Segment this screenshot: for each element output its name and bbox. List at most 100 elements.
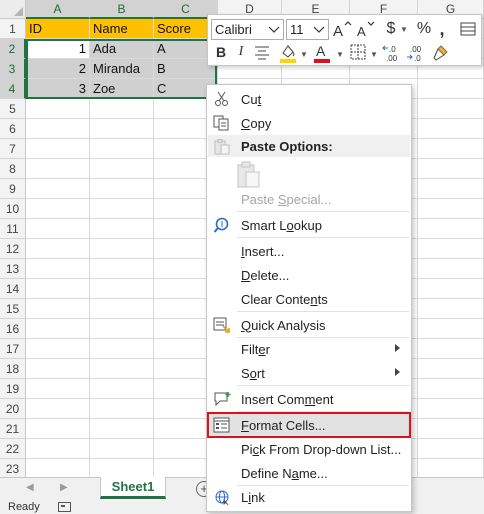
bold-icon[interactable]: B [214, 43, 228, 61]
cell[interactable] [26, 259, 90, 279]
cell[interactable] [418, 439, 484, 459]
row-header[interactable]: 15 [0, 299, 26, 319]
row-header[interactable]: 5 [0, 99, 26, 119]
cell-a4[interactable]: 3 [26, 79, 90, 99]
increase-font-size-icon[interactable]: A [332, 20, 352, 40]
cell[interactable] [26, 339, 90, 359]
cell[interactable] [418, 239, 484, 259]
format-painter-icon[interactable] [430, 43, 450, 63]
italic-icon[interactable]: I [234, 43, 248, 61]
cell[interactable] [26, 99, 90, 119]
cell-a1[interactable]: ID [26, 19, 90, 39]
menu-item-paste-special[interactable]: Paste Special... [208, 187, 410, 211]
cell[interactable] [418, 259, 484, 279]
cell[interactable] [418, 339, 484, 359]
row-header[interactable]: 9 [0, 179, 26, 199]
cell[interactable] [90, 439, 154, 459]
cell[interactable] [418, 139, 484, 159]
cell[interactable] [90, 259, 154, 279]
cell[interactable] [26, 459, 90, 479]
menu-item-pick-from-list[interactable]: Pick From Drop-down List... [208, 437, 410, 461]
menu-item-copy[interactable]: Copy [208, 111, 410, 135]
menu-item-insert[interactable]: Insert... [208, 239, 410, 263]
row-header[interactable]: 7 [0, 139, 26, 159]
cell[interactable] [26, 299, 90, 319]
cell[interactable] [418, 79, 484, 99]
column-header-a[interactable]: A [26, 0, 90, 19]
menu-item-link[interactable]: Link [208, 485, 410, 509]
menu-item-cut[interactable]: Cut [208, 87, 410, 111]
cell[interactable] [418, 399, 484, 419]
cell[interactable] [418, 199, 484, 219]
chevron-down-icon[interactable]: ▼ [400, 25, 408, 34]
cell[interactable] [26, 179, 90, 199]
cell[interactable] [26, 399, 90, 419]
cell-a3[interactable]: 2 [26, 59, 90, 79]
center-align-icon[interactable] [252, 42, 272, 62]
row-header[interactable]: 18 [0, 359, 26, 379]
cell[interactable] [26, 159, 90, 179]
scroll-left-icon[interactable]: ◀ [26, 482, 34, 493]
cell[interactable] [26, 199, 90, 219]
select-all-corner[interactable] [0, 0, 26, 19]
increase-decimal-icon[interactable]: .0.00 [382, 43, 404, 63]
decrease-font-size-icon[interactable]: A [356, 20, 376, 40]
row-header[interactable]: 6 [0, 119, 26, 139]
cell[interactable] [90, 99, 154, 119]
cell[interactable] [90, 159, 154, 179]
cell[interactable] [418, 179, 484, 199]
cell[interactable] [90, 219, 154, 239]
row-header[interactable]: 12 [0, 239, 26, 259]
cell[interactable] [26, 319, 90, 339]
cell[interactable] [90, 179, 154, 199]
menu-item-insert-comment[interactable]: Insert Comment [208, 387, 410, 411]
cell[interactable] [26, 219, 90, 239]
decrease-decimal-icon[interactable]: .00.0 [406, 43, 428, 63]
row-header[interactable]: 16 [0, 319, 26, 339]
column-header-b[interactable]: B [90, 0, 154, 19]
cell[interactable] [418, 299, 484, 319]
cell[interactable] [90, 319, 154, 339]
cell[interactable] [26, 439, 90, 459]
row-header[interactable]: 13 [0, 259, 26, 279]
cell[interactable] [418, 119, 484, 139]
percent-style-icon[interactable]: % [416, 19, 432, 39]
sheet-tab[interactable]: Sheet1 [100, 477, 166, 499]
row-header[interactable]: 17 [0, 339, 26, 359]
scroll-right-icon[interactable]: ▶ [60, 482, 68, 493]
cell-b1[interactable]: Name [90, 19, 154, 39]
menu-item-filter[interactable]: Filter [208, 337, 410, 361]
row-header[interactable]: 20 [0, 399, 26, 419]
menu-item-define-name[interactable]: Define Name... [208, 461, 410, 485]
cell[interactable] [90, 239, 154, 259]
cell[interactable] [26, 379, 90, 399]
cell[interactable] [418, 419, 484, 439]
row-header[interactable]: 19 [0, 379, 26, 399]
macro-record-icon[interactable] [58, 502, 71, 512]
row-header[interactable]: 4 [0, 79, 26, 99]
cell-b3[interactable]: Miranda [90, 59, 154, 79]
font-color-icon[interactable]: A [312, 43, 332, 63]
menu-item-sort[interactable]: Sort [208, 361, 410, 385]
row-header[interactable]: 3 [0, 59, 26, 79]
cell[interactable] [26, 139, 90, 159]
row-header[interactable]: 23 [0, 459, 26, 479]
chevron-down-icon[interactable]: ▼ [300, 50, 308, 59]
menu-item-delete[interactable]: Delete... [208, 263, 410, 287]
cell[interactable] [90, 279, 154, 299]
row-header[interactable]: 8 [0, 159, 26, 179]
row-header[interactable]: 14 [0, 279, 26, 299]
cell[interactable] [90, 119, 154, 139]
font-size-select[interactable]: 11 [286, 19, 329, 40]
row-header[interactable]: 21 [0, 419, 26, 439]
cell[interactable] [418, 359, 484, 379]
cell[interactable] [90, 339, 154, 359]
chevron-down-icon[interactable]: ▼ [370, 50, 378, 59]
cell[interactable] [90, 199, 154, 219]
cell[interactable] [90, 359, 154, 379]
cell-b4[interactable]: Zoe [90, 79, 154, 99]
fill-color-icon[interactable] [278, 43, 298, 63]
cell[interactable] [90, 459, 154, 479]
cell[interactable] [418, 99, 484, 119]
accounting-format-icon[interactable]: $ [384, 19, 398, 39]
